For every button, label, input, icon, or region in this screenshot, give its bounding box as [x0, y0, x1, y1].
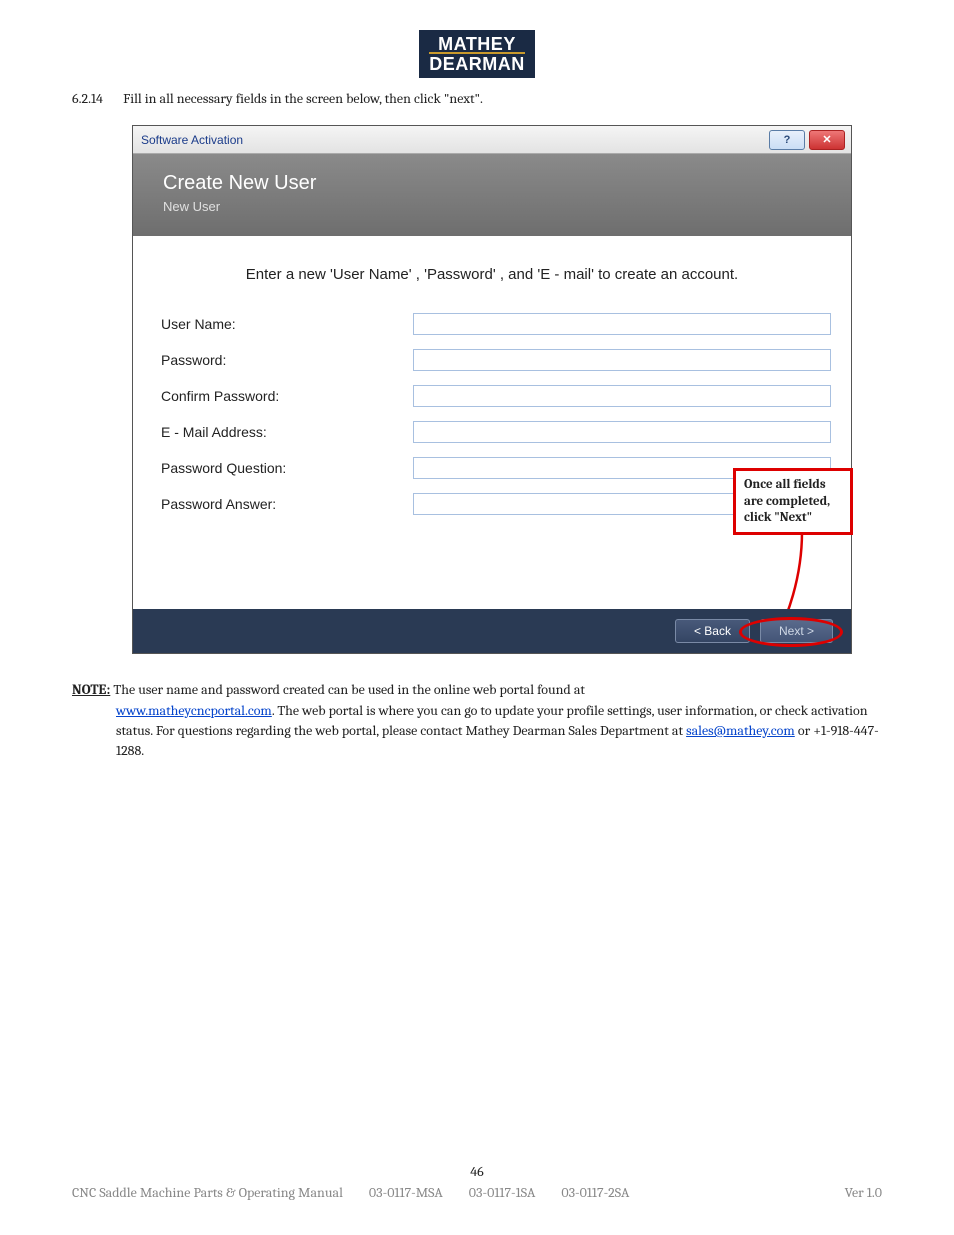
label-password: Password:	[153, 352, 413, 368]
logo-line-1: MATHEY	[429, 36, 525, 52]
input-password[interactable]	[413, 349, 831, 371]
next-button[interactable]: Next >	[760, 619, 833, 643]
footer-code-1: 03-0117-MSA	[369, 1184, 443, 1201]
window-subheader: New User	[163, 199, 821, 214]
window-title: Software Activation	[141, 133, 769, 147]
step-number: 6.2.14	[72, 90, 120, 107]
row-question: Password Question:	[153, 457, 831, 479]
brand-logo: MATHEY DEARMAN	[72, 30, 882, 78]
help-icon: ?	[784, 134, 791, 146]
step-instruction: 6.2.14 Fill in all necessary fields in t…	[72, 90, 882, 107]
window-titlebar: Software Activation ? ✕	[133, 126, 851, 154]
sales-email-link[interactable]: sales@mathey.com	[686, 722, 795, 739]
footer-version: Ver 1.0	[845, 1184, 882, 1201]
window-footer-bar: < Back Next >	[133, 609, 851, 653]
close-button[interactable]: ✕	[809, 130, 845, 150]
label-answer: Password Answer:	[153, 496, 413, 512]
window-header-band: Create New User New User	[133, 154, 851, 236]
label-question: Password Question:	[153, 460, 413, 476]
footer-code-2: 03-0117-1SA	[469, 1184, 536, 1201]
row-email: E - Mail Address:	[153, 421, 831, 443]
input-email[interactable]	[413, 421, 831, 443]
label-email: E - Mail Address:	[153, 424, 413, 440]
input-confirm-password[interactable]	[413, 385, 831, 407]
row-answer: Password Answer:	[153, 493, 831, 515]
footer-code-3: 03-0117-2SA	[561, 1184, 629, 1201]
software-activation-window: Software Activation ? ✕ Create New User …	[132, 125, 852, 654]
note-label: NOTE:	[72, 681, 110, 698]
close-icon: ✕	[822, 133, 831, 146]
form-area: Enter a new 'User Name' , 'Password' , a…	[133, 236, 851, 609]
page-footer: 46 CNC Saddle Machine Parts & Operating …	[0, 1163, 954, 1201]
annotation-callout: Once all fields are completed, click "Ne…	[733, 468, 853, 535]
note-block: NOTE: The user name and password created…	[72, 680, 882, 761]
help-button[interactable]: ?	[769, 130, 805, 150]
form-instruction: Enter a new 'User Name' , 'Password' , a…	[153, 266, 831, 283]
portal-link[interactable]: www.matheycncportal.com	[116, 702, 272, 719]
page-number: 46	[72, 1163, 882, 1180]
step-text: Fill in all necessary fields in the scre…	[123, 90, 483, 107]
row-username: User Name:	[153, 313, 831, 335]
note-text-1: The user name and password created can b…	[113, 681, 585, 698]
window-header: Create New User	[163, 172, 821, 195]
row-confirm: Confirm Password:	[153, 385, 831, 407]
row-password: Password:	[153, 349, 831, 371]
footer-manual-title: CNC Saddle Machine Parts & Operating Man…	[72, 1184, 343, 1201]
input-username[interactable]	[413, 313, 831, 335]
label-confirm: Confirm Password:	[153, 388, 413, 404]
logo-line-2: DEARMAN	[429, 52, 525, 72]
label-username: User Name:	[153, 316, 413, 332]
back-button[interactable]: < Back	[675, 619, 750, 643]
